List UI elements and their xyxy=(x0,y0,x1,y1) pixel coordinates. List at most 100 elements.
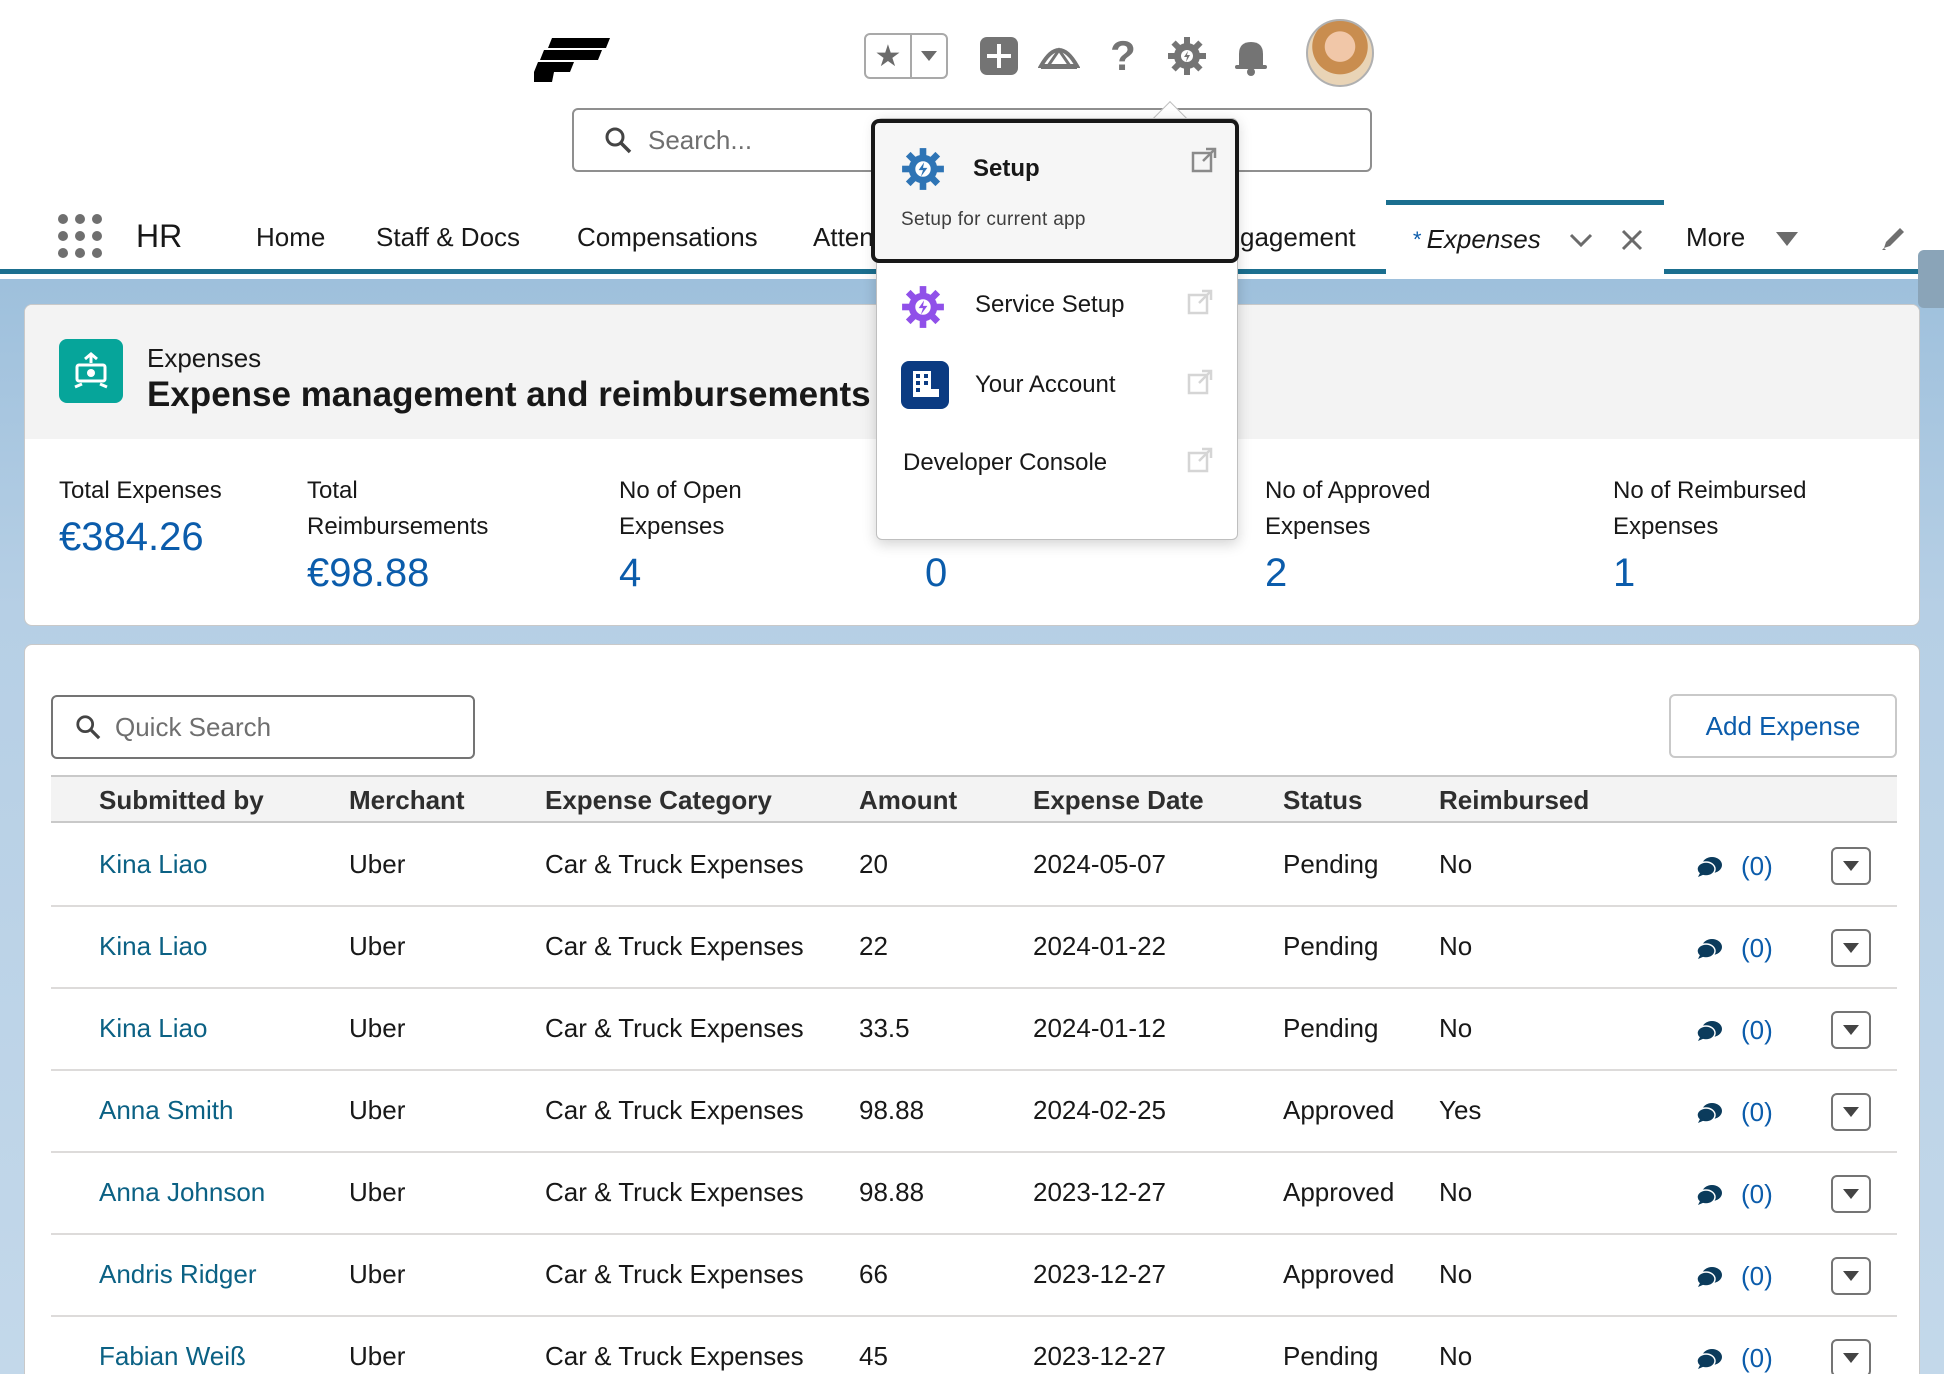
cell-status: Approved xyxy=(1283,1177,1395,1207)
service-setup-label: Service Setup xyxy=(975,291,1125,318)
table-row: Kina Liao Uber Car & Truck Expenses 33.5 202… xyxy=(51,989,1897,1071)
cell-submitted-by[interactable]: Kina Liao xyxy=(99,849,207,880)
metric-label: Total Reimbursements xyxy=(307,477,489,540)
comments-link[interactable]: (0) xyxy=(1695,1261,1773,1292)
cell-amount: 98.88 xyxy=(859,1095,925,1125)
row-actions-button[interactable] xyxy=(1831,847,1871,885)
developer-console-menu-item[interactable]: Developer Console xyxy=(877,431,1237,493)
column-header-submitted-by[interactable]: Submitted by xyxy=(99,785,264,816)
comments-link[interactable]: (0) xyxy=(1695,1179,1773,1210)
cell-reimbursed: No xyxy=(1439,849,1473,879)
quick-search-placeholder: Quick Search xyxy=(115,711,272,742)
favorites-menu-button[interactable] xyxy=(912,35,946,77)
notifications-button[interactable] xyxy=(1228,33,1274,79)
search-icon xyxy=(76,715,101,740)
metric-total-reimbursements: Total Reimbursements €98.88 xyxy=(307,473,507,596)
cell-submitted-by[interactable]: Kina Liao xyxy=(99,931,207,962)
cell-status: Pending xyxy=(1283,1341,1379,1371)
avatar[interactable] xyxy=(1306,19,1374,87)
row-actions-button[interactable] xyxy=(1831,1257,1871,1295)
nav-item-staff-docs[interactable]: Staff & Docs xyxy=(376,222,520,253)
chevron-down-icon xyxy=(1843,1353,1859,1363)
cell-submitted-by[interactable]: Anna Smith xyxy=(99,1095,233,1126)
comment-count[interactable]: (0) xyxy=(1741,933,1773,964)
chevron-down-icon[interactable] xyxy=(1569,232,1593,248)
cell-expense-date: 2023-12-27 xyxy=(1033,1177,1166,1207)
cell-expense-category: Car & Truck Expenses xyxy=(545,849,804,879)
nav-item-attendance[interactable]: Atten xyxy=(813,222,874,253)
chevron-down-icon xyxy=(1843,943,1859,953)
cell-merchant: Uber xyxy=(349,1177,406,1207)
row-actions-button[interactable] xyxy=(1831,1175,1871,1213)
app-name: HR xyxy=(136,218,183,254)
nav-more-label[interactable]: More xyxy=(1686,222,1745,253)
row-actions-button[interactable] xyxy=(1831,929,1871,967)
comment-count[interactable]: (0) xyxy=(1741,1261,1773,1292)
setup-menu-item[interactable]: Setup Setup for current app xyxy=(871,119,1239,263)
cell-expense-category: Car & Truck Expenses xyxy=(545,1095,804,1125)
your-account-menu-item[interactable]: Your Account xyxy=(877,349,1237,415)
setup-menu-dropdown: Setup Setup for current app Service Setu… xyxy=(871,118,1239,540)
nav-item-engagement[interactable]: gagement xyxy=(1240,222,1356,253)
comment-count[interactable]: (0) xyxy=(1741,1015,1773,1046)
row-actions-button[interactable] xyxy=(1831,1011,1871,1049)
cell-submitted-by[interactable]: Kina Liao xyxy=(99,1013,207,1044)
object-label: Expenses xyxy=(147,343,262,373)
comment-count[interactable]: (0) xyxy=(1741,1097,1773,1128)
column-header-merchant[interactable]: Merchant xyxy=(349,785,465,816)
metric-approved-expenses: No of Approved Expenses 2 xyxy=(1265,473,1465,596)
column-header-expense-category[interactable]: Expense Category xyxy=(545,785,772,816)
row-actions-button[interactable] xyxy=(1831,1339,1871,1374)
comments-link[interactable]: (0) xyxy=(1695,1015,1773,1046)
comment-count[interactable]: (0) xyxy=(1741,1343,1773,1374)
nav-item-compensations[interactable]: Compensations xyxy=(577,222,758,253)
column-header-expense-date[interactable]: Expense Date xyxy=(1033,785,1204,816)
cell-submitted-by[interactable]: Fabian Weiß xyxy=(99,1341,246,1372)
cell-submitted-by[interactable]: Anna Johnson xyxy=(99,1177,265,1208)
chat-bubble-icon xyxy=(1696,1348,1722,1369)
cell-merchant: Uber xyxy=(349,931,406,961)
utility-panel-handle[interactable] xyxy=(1918,250,1944,308)
cell-expense-category: Car & Truck Expenses xyxy=(545,1177,804,1207)
company-logo[interactable] xyxy=(534,38,610,82)
column-header-reimbursed[interactable]: Reimbursed xyxy=(1439,785,1589,816)
cell-expense-category: Car & Truck Expenses xyxy=(545,1259,804,1289)
app-launcher-icon[interactable] xyxy=(58,214,102,258)
chat-bubble-icon xyxy=(1696,1184,1722,1205)
trailhead-button[interactable] xyxy=(1036,33,1082,79)
cell-reimbursed: No xyxy=(1439,931,1473,961)
comments-link[interactable]: (0) xyxy=(1695,1097,1773,1128)
comment-count[interactable]: (0) xyxy=(1741,851,1773,882)
edit-nav-pencil-icon[interactable] xyxy=(1880,224,1908,252)
quick-search-input[interactable]: Quick Search xyxy=(51,695,475,759)
service-setup-gear-icon xyxy=(902,286,944,328)
page-title: Expense management and reimbursements xyxy=(147,375,871,414)
table-row: Kina Liao Uber Car & Truck Expenses 22 2024-… xyxy=(51,907,1897,989)
comment-count[interactable]: (0) xyxy=(1741,1179,1773,1210)
setup-gear-button[interactable] xyxy=(1164,33,1210,79)
close-icon[interactable] xyxy=(1621,229,1643,251)
comments-link[interactable]: (0) xyxy=(1695,1343,1773,1374)
external-link-icon xyxy=(1187,289,1213,315)
row-actions-button[interactable] xyxy=(1831,1093,1871,1131)
nav-item-home[interactable]: Home xyxy=(256,222,325,253)
comments-link[interactable]: (0) xyxy=(1695,851,1773,882)
column-header-status[interactable]: Status xyxy=(1283,785,1362,816)
add-expense-button[interactable]: Add Expense xyxy=(1669,694,1897,758)
metric-value: 1 xyxy=(1613,551,1636,595)
cell-status: Pending xyxy=(1283,1013,1379,1043)
tab-expenses[interactable]: * Expenses xyxy=(1386,200,1664,274)
external-link-icon xyxy=(1187,369,1213,395)
comments-link[interactable]: (0) xyxy=(1695,933,1773,964)
column-header-amount[interactable]: Amount xyxy=(859,785,957,816)
service-setup-menu-item[interactable]: Service Setup xyxy=(877,269,1237,335)
cell-merchant: Uber xyxy=(349,1259,406,1289)
cell-submitted-by[interactable]: Andris Ridger xyxy=(99,1259,257,1290)
chevron-down-icon xyxy=(921,51,937,61)
global-actions-button[interactable] xyxy=(976,33,1022,79)
favorites-star-icon[interactable]: ★ xyxy=(866,35,912,77)
chat-bubble-icon xyxy=(1696,1020,1722,1041)
help-icon[interactable]: ? xyxy=(1100,32,1146,79)
metric-value: 0 xyxy=(925,551,948,595)
more-chevron-down-icon[interactable] xyxy=(1776,232,1798,246)
